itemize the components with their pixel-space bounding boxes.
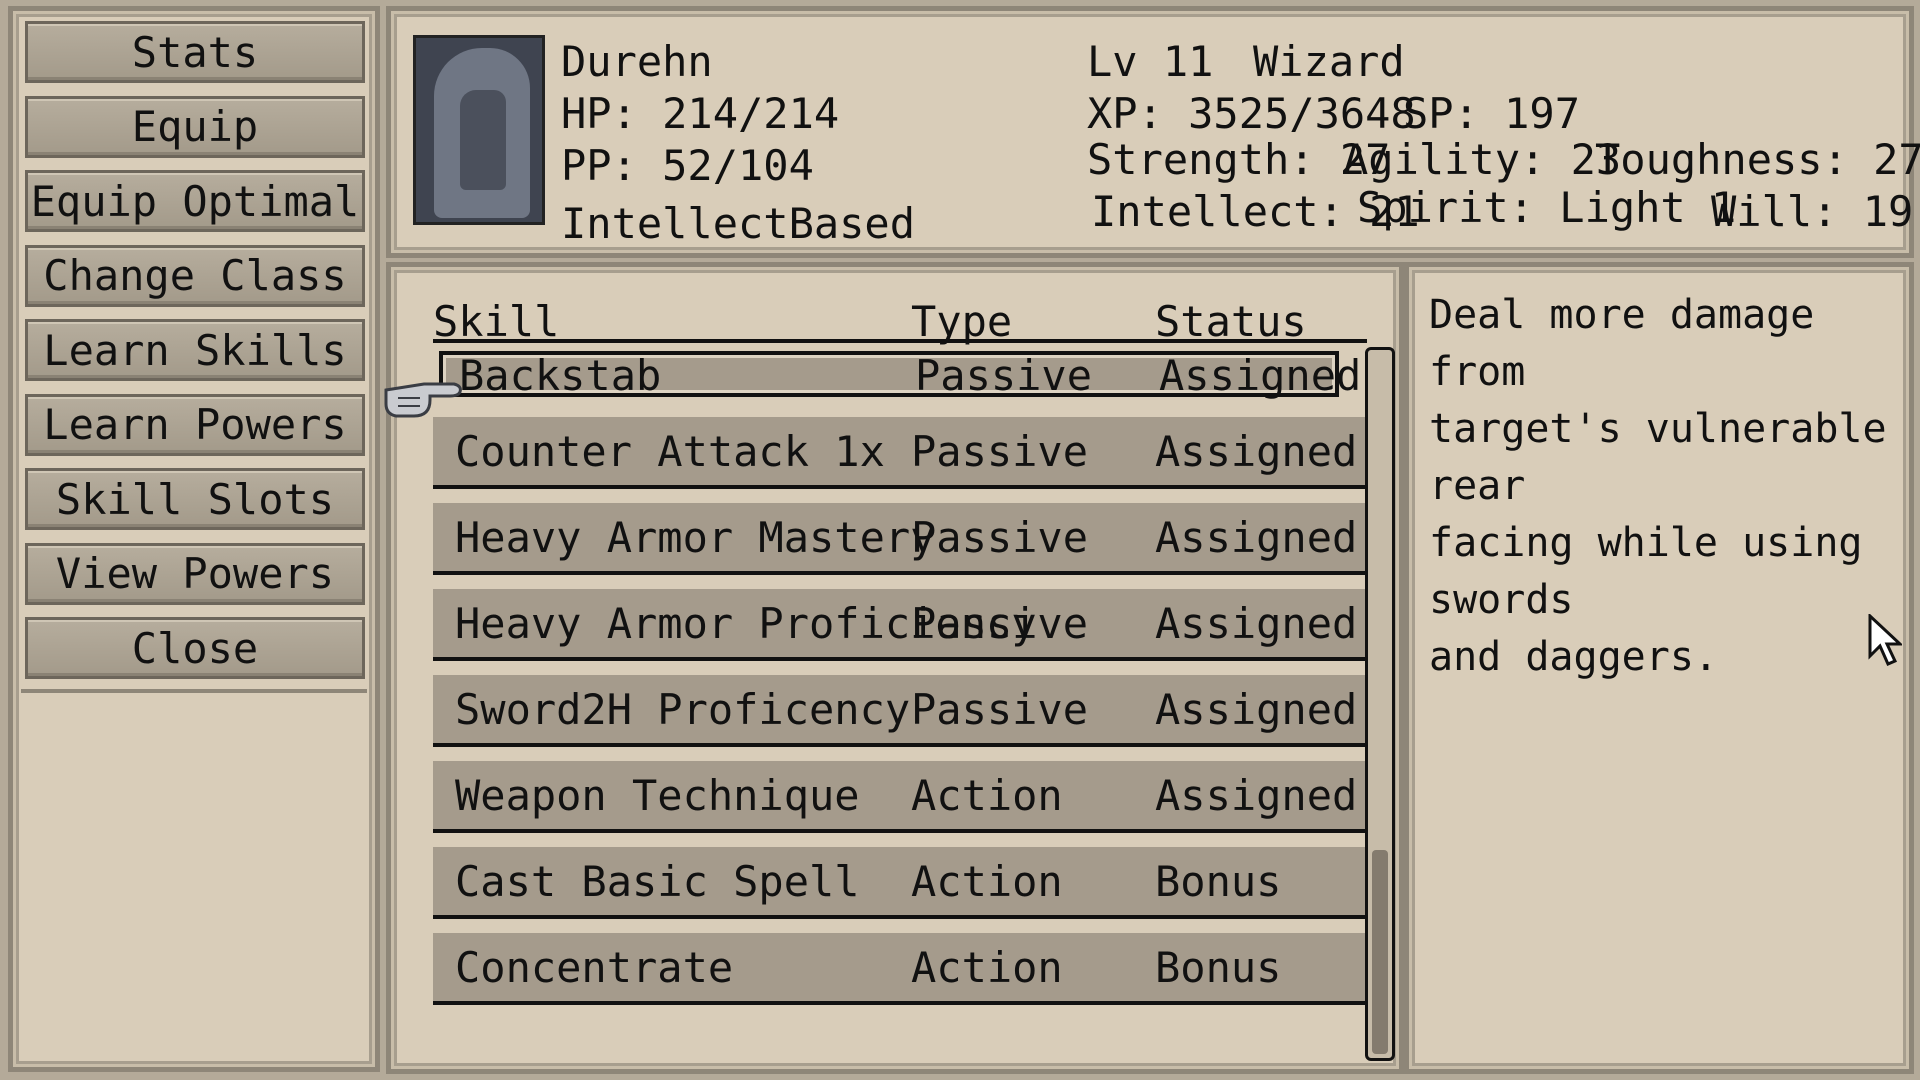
header-divider — [433, 339, 1367, 343]
menu-learn-skills-button[interactable]: Learn Skills — [25, 319, 365, 381]
skills-table-panel: Skill Type Status Backstab Passive Assigne… — [386, 262, 1404, 1074]
skill-status: Assigned — [1159, 351, 1362, 400]
command-menu: Stats Equip Equip Optimal Change Class Learn… — [8, 6, 380, 1072]
skill-status: Bonus — [1155, 943, 1282, 992]
scrollbar-thumb[interactable] — [1372, 850, 1388, 1054]
skill-status: Assigned — [1155, 513, 1358, 562]
skill-type: Action — [911, 943, 1063, 992]
will-stat: Will: 19 — [1711, 187, 1914, 236]
pointing-hand-icon — [384, 382, 462, 418]
build-type: IntellectBased — [561, 199, 916, 248]
skill-status: Assigned — [1155, 599, 1358, 648]
skill-status: Assigned — [1155, 771, 1358, 820]
skill-description-panel: Deal more damage from target's vulnerabl… — [1404, 262, 1914, 1074]
skill-row[interactable]: Cast Basic Spell Action Bonus — [433, 847, 1367, 919]
menu-skill-slots-button[interactable]: Skill Slots — [25, 468, 365, 530]
menu-empty-area — [21, 689, 367, 1059]
menu-equip-button[interactable]: Equip — [25, 95, 365, 158]
skill-type: Action — [911, 771, 1063, 820]
menu-close-button[interactable]: Close — [25, 617, 365, 679]
skill-name: Concentrate — [455, 943, 734, 992]
menu-view-powers-button[interactable]: View Powers — [25, 542, 365, 605]
skill-status: Assigned — [1155, 427, 1358, 476]
class-name: Wizard — [1253, 37, 1405, 86]
skill-name: Backstab — [459, 351, 662, 400]
skill-row[interactable]: Backstab Passive Assigned — [439, 351, 1361, 400]
menu-change-class-button[interactable]: Change Class — [25, 244, 365, 307]
skill-type: Passive — [911, 427, 1089, 476]
pp-value: PP: 52/104 — [561, 141, 814, 190]
skill-row[interactable]: Weapon Technique Action Assigned — [433, 761, 1367, 833]
skill-name: Cast Basic Spell — [455, 857, 860, 906]
menu-learn-powers-button[interactable]: Learn Powers — [25, 393, 365, 456]
xp-value: XP: 3525/3648 — [1087, 89, 1416, 138]
toughness-stat: Toughness: 27 — [1595, 135, 1920, 184]
character-info-panel: Durehn HP: 214/214 PP: 52/104 IntellectB… — [386, 6, 1920, 258]
skill-type: Action — [911, 857, 1063, 906]
skill-row[interactable]: Concentrate Action Bonus — [433, 933, 1367, 1005]
skill-name: Counter Attack 1x — [455, 427, 885, 476]
skill-status: Assigned — [1155, 685, 1358, 734]
level-value: Lv 11 — [1087, 37, 1214, 86]
menu-equip-optimal-button[interactable]: Equip Optimal — [25, 170, 365, 232]
character-name: Durehn — [561, 37, 713, 86]
skill-type: Passive — [915, 351, 1093, 400]
skill-row[interactable]: Sword2H Proficency Passive Assigned — [433, 675, 1367, 747]
scrollbar[interactable] — [1365, 347, 1395, 1061]
hp-value: HP: 214/214 — [561, 89, 840, 138]
character-portrait — [413, 35, 545, 225]
skill-name: Weapon Technique — [455, 771, 860, 820]
skill-name: Sword2H Proficency — [455, 685, 911, 734]
type-column-header: Type — [911, 297, 1013, 346]
sp-value: SP: 197 — [1403, 89, 1581, 138]
spirit-stat: Spirit: Light 1 — [1357, 183, 1737, 232]
skill-row[interactable]: Heavy Armor Proficiency Passive Assigned — [433, 589, 1367, 661]
skill-name: Heavy Armor Mastery — [455, 513, 936, 562]
agility-stat: Agility: 23 — [1343, 135, 1622, 184]
status-column-header: Status — [1155, 297, 1307, 346]
menu-stats-button[interactable]: Stats — [25, 21, 365, 83]
skill-type: Passive — [911, 513, 1089, 562]
skill-row[interactable]: Counter Attack 1x Passive Assigned — [433, 417, 1367, 489]
skill-row[interactable]: Heavy Armor Mastery Passive Assigned — [433, 503, 1367, 575]
mouse-arrow-icon — [1868, 614, 1902, 666]
skill-description: Deal more damage from target's vulnerabl… — [1429, 292, 1887, 680]
skill-type: Passive — [911, 685, 1089, 734]
skill-column-header: Skill — [433, 297, 560, 346]
skill-type: Passive — [911, 599, 1089, 648]
skill-status: Bonus — [1155, 857, 1282, 906]
